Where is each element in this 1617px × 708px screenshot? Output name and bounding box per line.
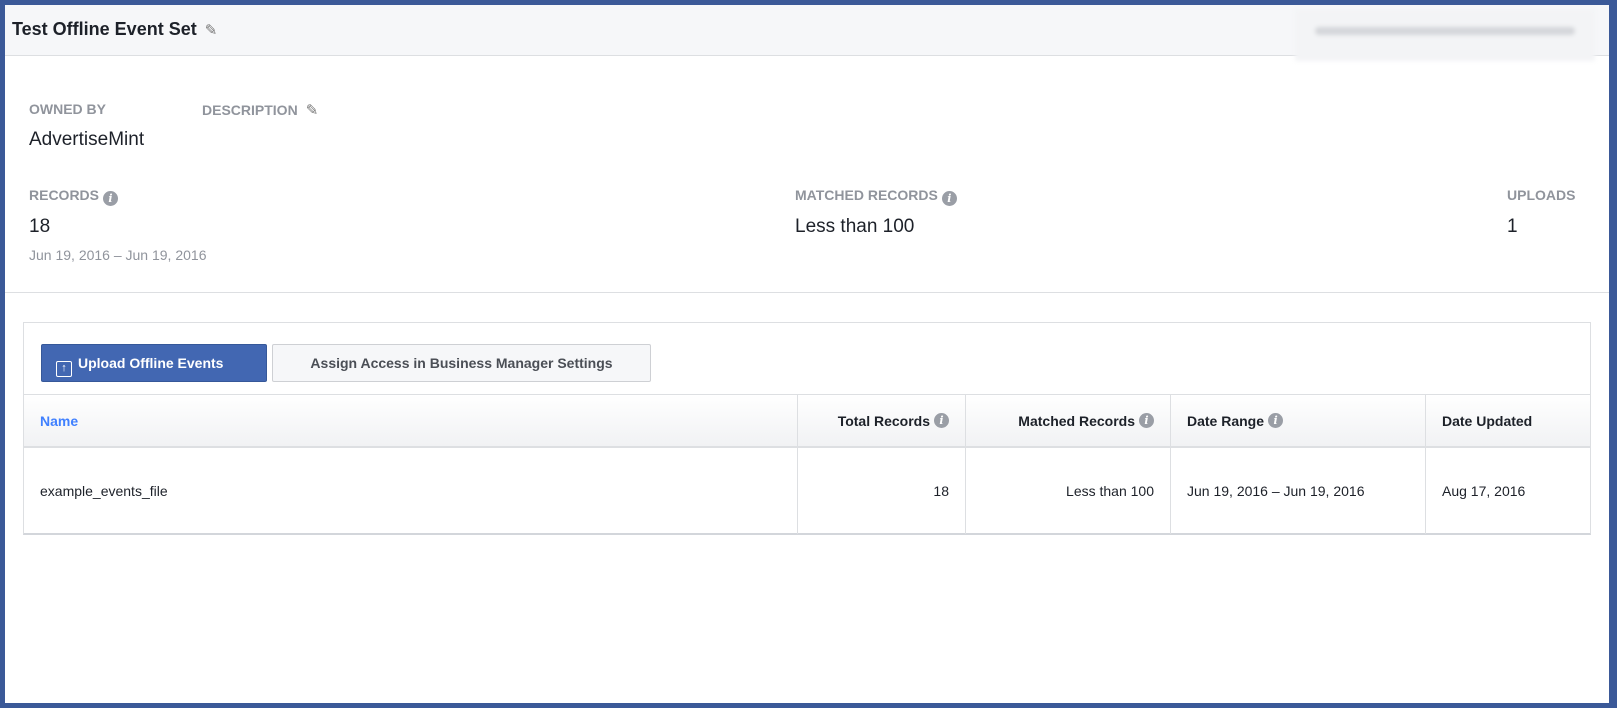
info-icon[interactable]: i	[1139, 413, 1154, 428]
cell-name: example_events_file	[40, 483, 168, 499]
column-header-date-range[interactable]: Date Range i	[1170, 395, 1425, 446]
owned-by-label: OWNED BY	[29, 101, 106, 117]
info-icon[interactable]: i	[934, 413, 949, 428]
matched-records-label: MATCHED RECORDS i	[795, 187, 957, 206]
info-icon[interactable]: i	[103, 191, 119, 206]
blurred-id	[1295, 9, 1595, 61]
info-icon[interactable]: i	[941, 191, 957, 206]
assign-access-button[interactable]: Assign Access in Business Manager Settin…	[272, 344, 651, 382]
description-label: DESCRIPTION ✎	[202, 101, 319, 119]
uploads-panel: ↑ Upload Offline Events Assign Access in …	[23, 322, 1591, 535]
divider	[5, 292, 1609, 293]
records-label: RECORDS i	[29, 187, 119, 206]
owned-by-value: AdvertiseMint	[29, 129, 145, 150]
upload-offline-events-button[interactable]: ↑ Upload Offline Events	[41, 344, 267, 382]
uploads-label: UPLOADS	[1507, 187, 1576, 203]
table-row[interactable]: example_events_file 18 Less than 100 Jun…	[24, 448, 1590, 534]
upload-icon: ↑	[56, 361, 72, 377]
uploads-value: 1	[1507, 216, 1518, 237]
page-header: Test Offline Event Set ✎	[5, 5, 1609, 61]
pencil-icon[interactable]: ✎	[205, 21, 218, 39]
column-header-total-records[interactable]: Total Records i	[797, 395, 965, 446]
info-icon[interactable]: i	[1268, 413, 1284, 428]
records-date-range: Jun 19, 2016 – Jun 19, 2016	[29, 247, 207, 263]
pencil-icon[interactable]: ✎	[306, 101, 319, 119]
cell-date-updated: Aug 17, 2016	[1425, 448, 1591, 534]
column-header-name[interactable]: Name	[24, 395, 797, 446]
matched-records-value: Less than 100	[795, 216, 915, 237]
offline-event-set-page: Test Offline Event Set ✎ OWNED BY Adverti…	[5, 5, 1609, 703]
column-header-matched-records[interactable]: Matched Records i	[965, 395, 1170, 446]
cell-total-records: 18	[797, 448, 965, 534]
table-header: Name Total Records i Matched Records i Dat…	[24, 394, 1590, 448]
page-title: Test Offline Event Set ✎	[12, 19, 218, 39]
cell-date-range: Jun 19, 2016 – Jun 19, 2016	[1170, 448, 1425, 534]
column-header-date-updated[interactable]: Date Updated	[1425, 395, 1591, 446]
cell-matched-records: Less than 100	[965, 448, 1170, 534]
records-value: 18	[29, 216, 51, 237]
